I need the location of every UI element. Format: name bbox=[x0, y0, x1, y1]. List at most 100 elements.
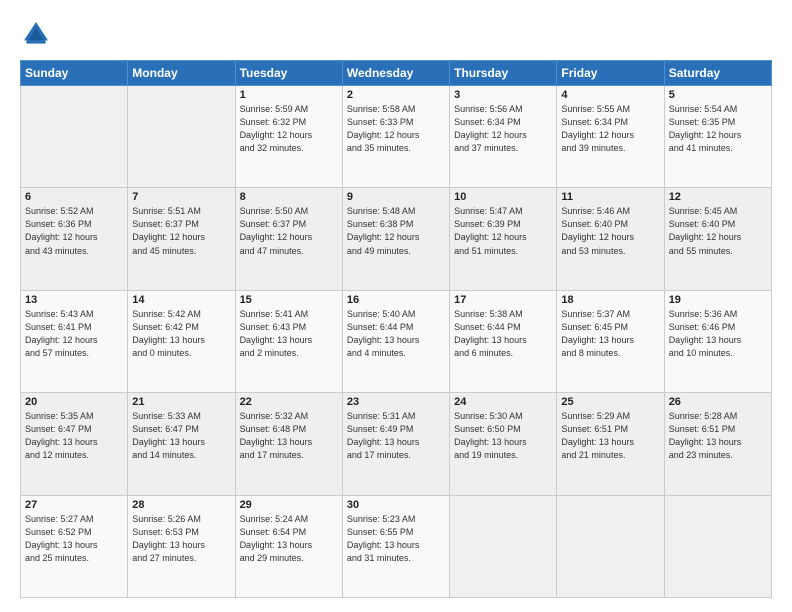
day-info: Sunrise: 5:36 AM Sunset: 6:46 PM Dayligh… bbox=[669, 308, 767, 360]
day-number: 10 bbox=[454, 191, 552, 203]
day-number: 12 bbox=[669, 191, 767, 203]
calendar-cell: 8Sunrise: 5:50 AM Sunset: 6:37 PM Daylig… bbox=[235, 188, 342, 290]
day-number: 5 bbox=[669, 89, 767, 101]
day-number: 9 bbox=[347, 191, 445, 203]
day-info: Sunrise: 5:37 AM Sunset: 6:45 PM Dayligh… bbox=[561, 308, 659, 360]
day-info: Sunrise: 5:50 AM Sunset: 6:37 PM Dayligh… bbox=[240, 205, 338, 257]
day-number: 16 bbox=[347, 294, 445, 306]
calendar-cell: 10 Sunrise: 5:47 AM Sunset: 6:39 PM Dayli… bbox=[450, 188, 557, 290]
calendar-cell: 7 Sunrise: 5:51 AM Sunset: 6:37 PM Daylig… bbox=[128, 188, 235, 290]
calendar-cell bbox=[450, 495, 557, 597]
week-row-1: 6Sunrise: 5:52 AM Sunset: 6:36 PM Daylig… bbox=[21, 188, 772, 290]
logo bbox=[20, 18, 56, 50]
week-row-4: 27 Sunrise: 5:27 AM Sunset: 6:52 PM Dayli… bbox=[21, 495, 772, 597]
calendar-cell: 23 Sunrise: 5:31 AM Sunset: 6:49 PM Dayli… bbox=[342, 393, 449, 495]
week-row-3: 20 Sunrise: 5:35 AM Sunset: 6:47 PM Dayli… bbox=[21, 393, 772, 495]
day-info: Sunrise: 5:23 AM Sunset: 6:55 PM Dayligh… bbox=[347, 513, 445, 565]
day-info: Sunrise: 5:47 AM Sunset: 6:39 PM Dayligh… bbox=[454, 205, 552, 257]
day-number: 22 bbox=[240, 396, 338, 408]
day-info: Sunrise: 5:28 AM Sunset: 6:51 PM Dayligh… bbox=[669, 410, 767, 462]
weekday-header-sunday: Sunday bbox=[21, 61, 128, 86]
calendar-cell: 5 Sunrise: 5:54 AM Sunset: 6:35 PM Daylig… bbox=[664, 86, 771, 188]
day-info: Sunrise: 5:43 AM Sunset: 6:41 PM Dayligh… bbox=[25, 308, 123, 360]
calendar-cell: 16 Sunrise: 5:40 AM Sunset: 6:44 PM Dayli… bbox=[342, 290, 449, 392]
day-number: 25 bbox=[561, 396, 659, 408]
calendar-cell: 21 Sunrise: 5:33 AM Sunset: 6:47 PM Dayli… bbox=[128, 393, 235, 495]
calendar-cell: 9Sunrise: 5:48 AM Sunset: 6:38 PM Daylig… bbox=[342, 188, 449, 290]
day-number: 21 bbox=[132, 396, 230, 408]
weekday-header-wednesday: Wednesday bbox=[342, 61, 449, 86]
day-info: Sunrise: 5:42 AM Sunset: 6:42 PM Dayligh… bbox=[132, 308, 230, 360]
day-number: 15 bbox=[240, 294, 338, 306]
weekday-header-row: SundayMondayTuesdayWednesdayThursdayFrid… bbox=[21, 61, 772, 86]
day-number: 1 bbox=[240, 89, 338, 101]
calendar-cell: 15Sunrise: 5:41 AM Sunset: 6:43 PM Dayli… bbox=[235, 290, 342, 392]
day-number: 29 bbox=[240, 499, 338, 511]
day-number: 2 bbox=[347, 89, 445, 101]
calendar-cell: 20 Sunrise: 5:35 AM Sunset: 6:47 PM Dayli… bbox=[21, 393, 128, 495]
day-info: Sunrise: 5:46 AM Sunset: 6:40 PM Dayligh… bbox=[561, 205, 659, 257]
day-info: Sunrise: 5:58 AM Sunset: 6:33 PM Dayligh… bbox=[347, 103, 445, 155]
header bbox=[20, 18, 772, 50]
day-number: 20 bbox=[25, 396, 123, 408]
calendar-cell: 13 Sunrise: 5:43 AM Sunset: 6:41 PM Dayli… bbox=[21, 290, 128, 392]
calendar-cell: 11Sunrise: 5:46 AM Sunset: 6:40 PM Dayli… bbox=[557, 188, 664, 290]
calendar-cell bbox=[557, 495, 664, 597]
weekday-header-tuesday: Tuesday bbox=[235, 61, 342, 86]
day-info: Sunrise: 5:24 AM Sunset: 6:54 PM Dayligh… bbox=[240, 513, 338, 565]
day-info: Sunrise: 5:56 AM Sunset: 6:34 PM Dayligh… bbox=[454, 103, 552, 155]
day-info: Sunrise: 5:40 AM Sunset: 6:44 PM Dayligh… bbox=[347, 308, 445, 360]
weekday-header-saturday: Saturday bbox=[664, 61, 771, 86]
day-number: 17 bbox=[454, 294, 552, 306]
day-number: 27 bbox=[25, 499, 123, 511]
day-info: Sunrise: 5:35 AM Sunset: 6:47 PM Dayligh… bbox=[25, 410, 123, 462]
logo-icon bbox=[20, 18, 52, 50]
day-number: 7 bbox=[132, 191, 230, 203]
week-row-2: 13 Sunrise: 5:43 AM Sunset: 6:41 PM Dayli… bbox=[21, 290, 772, 392]
day-info: Sunrise: 5:55 AM Sunset: 6:34 PM Dayligh… bbox=[561, 103, 659, 155]
calendar-cell: 4 Sunrise: 5:55 AM Sunset: 6:34 PM Daylig… bbox=[557, 86, 664, 188]
day-info: Sunrise: 5:31 AM Sunset: 6:49 PM Dayligh… bbox=[347, 410, 445, 462]
calendar-cell: 30Sunrise: 5:23 AM Sunset: 6:55 PM Dayli… bbox=[342, 495, 449, 597]
day-info: Sunrise: 5:52 AM Sunset: 6:36 PM Dayligh… bbox=[25, 205, 123, 257]
weekday-header-thursday: Thursday bbox=[450, 61, 557, 86]
day-info: Sunrise: 5:27 AM Sunset: 6:52 PM Dayligh… bbox=[25, 513, 123, 565]
day-number: 26 bbox=[669, 396, 767, 408]
calendar-cell: 1 Sunrise: 5:59 AM Sunset: 6:32 PM Daylig… bbox=[235, 86, 342, 188]
day-info: Sunrise: 5:51 AM Sunset: 6:37 PM Dayligh… bbox=[132, 205, 230, 257]
calendar-cell bbox=[128, 86, 235, 188]
day-number: 18 bbox=[561, 294, 659, 306]
day-info: Sunrise: 5:30 AM Sunset: 6:50 PM Dayligh… bbox=[454, 410, 552, 462]
calendar-cell: 18 Sunrise: 5:37 AM Sunset: 6:45 PM Dayli… bbox=[557, 290, 664, 392]
calendar-cell: 17 Sunrise: 5:38 AM Sunset: 6:44 PM Dayli… bbox=[450, 290, 557, 392]
page: SundayMondayTuesdayWednesdayThursdayFrid… bbox=[0, 0, 792, 612]
day-number: 4 bbox=[561, 89, 659, 101]
day-info: Sunrise: 5:45 AM Sunset: 6:40 PM Dayligh… bbox=[669, 205, 767, 257]
calendar-cell: 27 Sunrise: 5:27 AM Sunset: 6:52 PM Dayli… bbox=[21, 495, 128, 597]
week-row-0: 1 Sunrise: 5:59 AM Sunset: 6:32 PM Daylig… bbox=[21, 86, 772, 188]
calendar-cell: 3 Sunrise: 5:56 AM Sunset: 6:34 PM Daylig… bbox=[450, 86, 557, 188]
day-number: 23 bbox=[347, 396, 445, 408]
calendar-cell: 29 Sunrise: 5:24 AM Sunset: 6:54 PM Dayli… bbox=[235, 495, 342, 597]
calendar-cell: 26 Sunrise: 5:28 AM Sunset: 6:51 PM Dayli… bbox=[664, 393, 771, 495]
calendar-cell: 12 Sunrise: 5:45 AM Sunset: 6:40 PM Dayli… bbox=[664, 188, 771, 290]
calendar-cell: 24Sunrise: 5:30 AM Sunset: 6:50 PM Dayli… bbox=[450, 393, 557, 495]
day-number: 14 bbox=[132, 294, 230, 306]
calendar-cell: 14 Sunrise: 5:42 AM Sunset: 6:42 PM Dayli… bbox=[128, 290, 235, 392]
calendar-cell bbox=[21, 86, 128, 188]
calendar-cell: 28Sunrise: 5:26 AM Sunset: 6:53 PM Dayli… bbox=[128, 495, 235, 597]
day-info: Sunrise: 5:59 AM Sunset: 6:32 PM Dayligh… bbox=[240, 103, 338, 155]
calendar-table: SundayMondayTuesdayWednesdayThursdayFrid… bbox=[20, 60, 772, 598]
calendar-cell: 6Sunrise: 5:52 AM Sunset: 6:36 PM Daylig… bbox=[21, 188, 128, 290]
day-number: 3 bbox=[454, 89, 552, 101]
calendar-cell bbox=[664, 495, 771, 597]
day-info: Sunrise: 5:29 AM Sunset: 6:51 PM Dayligh… bbox=[561, 410, 659, 462]
calendar-cell: 19Sunrise: 5:36 AM Sunset: 6:46 PM Dayli… bbox=[664, 290, 771, 392]
calendar-cell: 2 Sunrise: 5:58 AM Sunset: 6:33 PM Daylig… bbox=[342, 86, 449, 188]
day-info: Sunrise: 5:33 AM Sunset: 6:47 PM Dayligh… bbox=[132, 410, 230, 462]
day-info: Sunrise: 5:38 AM Sunset: 6:44 PM Dayligh… bbox=[454, 308, 552, 360]
day-info: Sunrise: 5:26 AM Sunset: 6:53 PM Dayligh… bbox=[132, 513, 230, 565]
day-info: Sunrise: 5:54 AM Sunset: 6:35 PM Dayligh… bbox=[669, 103, 767, 155]
calendar-cell: 22Sunrise: 5:32 AM Sunset: 6:48 PM Dayli… bbox=[235, 393, 342, 495]
day-number: 13 bbox=[25, 294, 123, 306]
